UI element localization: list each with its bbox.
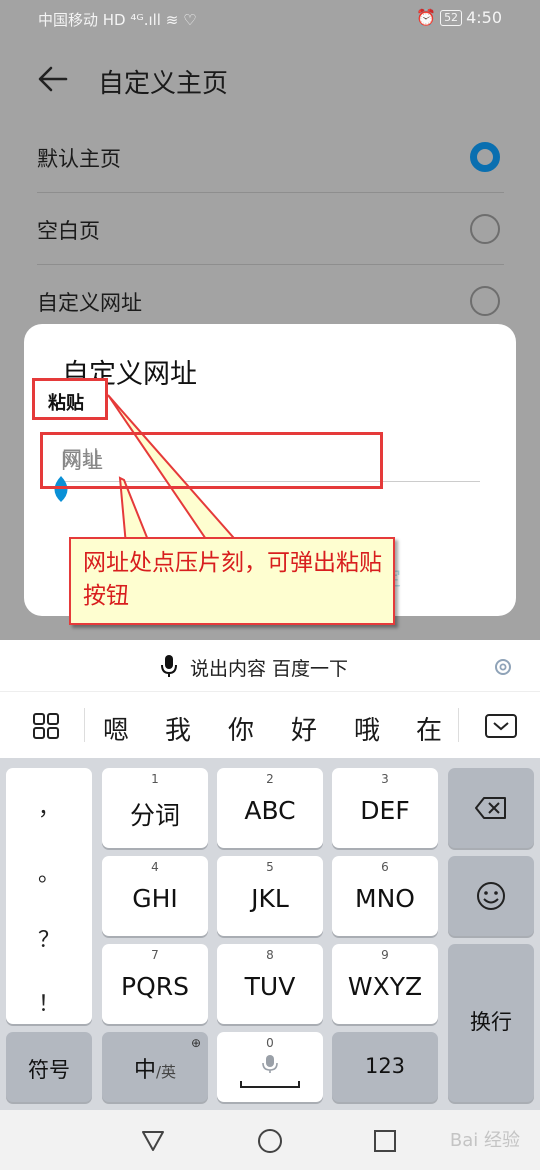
app-bar: 自定义主页 <box>0 50 540 110</box>
key-6[interactable]: 6 MNO <box>332 856 438 936</box>
navigation-bar: Bai 经验 <box>0 1110 540 1170</box>
status-bar: 中国移动 HD ⁴ᴳ.ıll ≋ ♡ ⏰ 52 4:50 <box>0 0 540 36</box>
key-number: 4 <box>151 860 159 874</box>
paste-popup-button[interactable]: 粘贴 <box>32 378 108 420</box>
key-label: WXYZ <box>347 972 423 1001</box>
option-label: 默认主页 <box>37 147 121 171</box>
back-triangle-icon[interactable] <box>140 1128 166 1154</box>
key-label: 分词 <box>129 801 180 830</box>
symbol-key[interactable]: 符号 <box>6 1032 92 1102</box>
voice-bar[interactable]: 说出内容 百度一下 <box>0 640 540 692</box>
keyboard-toolbar: 说出内容 百度一下 嗯 我 你 好 哦 在 <box>0 640 540 758</box>
enter-label: 换行 <box>470 1010 512 1034</box>
radio-unselected[interactable] <box>470 214 500 244</box>
emoji-key[interactable] <box>448 856 534 936</box>
option-label: 空白页 <box>37 219 100 243</box>
key-number: 7 <box>151 948 159 962</box>
option-label: 自定义网址 <box>37 291 142 315</box>
key-label: MNO <box>355 884 415 913</box>
key-number: 9 <box>381 948 389 962</box>
globe-icon: ⊕ <box>190 1036 201 1050</box>
status-right: ⏰ 52 4:50 <box>416 8 502 27</box>
radio-unselected[interactable] <box>470 286 500 316</box>
grid-menu-icon[interactable] <box>32 712 60 740</box>
space-mic-icon <box>262 1055 278 1073</box>
watermark-logo: Bai 经验 <box>449 1130 520 1151</box>
enter-key[interactable]: 换行 <box>448 944 534 1102</box>
key-4[interactable]: 4 GHI <box>102 856 208 936</box>
option-blank-page[interactable]: 空白页 <box>37 193 504 265</box>
smiley-icon <box>477 882 505 910</box>
candidate-word[interactable]: 在 <box>416 710 442 747</box>
key-3[interactable]: 3 DEF <box>332 768 438 848</box>
keyboard-collapse-icon[interactable] <box>484 712 518 740</box>
backspace-key[interactable] <box>448 768 534 848</box>
punct-question[interactable]: ？ <box>6 922 92 954</box>
candidate-word[interactable]: 我 <box>165 710 191 747</box>
key-2[interactable]: 2 ABC <box>217 768 323 848</box>
key-number: 8 <box>266 948 274 962</box>
punct-comma[interactable]: ， <box>6 790 92 822</box>
key-label: JKL <box>251 884 289 913</box>
key-label: DEF <box>360 796 410 825</box>
paste-label: 粘贴 <box>48 393 84 414</box>
numbers-label: 123 <box>364 1054 406 1078</box>
candidate-word[interactable]: 你 <box>228 710 254 747</box>
candidate-bar: 嗯 我 你 好 哦 在 <box>0 692 540 758</box>
key-1[interactable]: 1 分词 <box>102 768 208 848</box>
annotation-note: 网址处点压片刻，可弹出粘贴按钮 <box>69 537 395 625</box>
highlight-url-field: 网址 <box>40 432 383 489</box>
microphone-icon <box>161 655 177 677</box>
key-9[interactable]: 9 WXYZ <box>332 944 438 1024</box>
t9-keyboard: ， 。 ？ ！ 1 分词 2 ABC 3 DEF 4 GHI 5 JKL 6 M… <box>0 758 540 1110</box>
gear-icon[interactable] <box>492 656 514 678</box>
separator <box>458 708 459 742</box>
punctuation-column[interactable]: ， 。 ？ ！ <box>6 768 92 1024</box>
carrier-text: 中国移动 HD ⁴ᴳ.ıll ≋ ♡ <box>38 11 197 29</box>
key-label: GHI <box>132 884 178 913</box>
key-number: 5 <box>266 860 274 874</box>
option-default-home[interactable]: 默认主页 <box>37 121 504 193</box>
punct-exclaim[interactable]: ！ <box>6 986 92 1018</box>
annotation-note-text: 网址处点压片刻，可弹出粘贴按钮 <box>83 550 382 609</box>
battery-level: 52 <box>440 10 463 26</box>
separator <box>84 708 85 742</box>
key-7[interactable]: 7 PQRS <box>102 944 208 1024</box>
recents-square-icon[interactable] <box>372 1128 398 1154</box>
key-number: 1 <box>151 772 159 786</box>
back-arrow-icon[interactable] <box>36 62 70 96</box>
key-label: TUV <box>244 972 296 1001</box>
language-switch-key[interactable]: ⊕ 中/英 <box>102 1032 208 1102</box>
key-8[interactable]: 8 TUV <box>217 944 323 1024</box>
candidate-word[interactable]: 哦 <box>354 710 380 747</box>
alarm-icon: ⏰ <box>416 8 437 27</box>
candidate-word[interactable]: 好 <box>291 710 317 747</box>
home-circle-icon[interactable] <box>257 1128 283 1154</box>
page-title: 自定义主页 <box>98 69 229 99</box>
space-bar-icon <box>240 1081 300 1088</box>
key-number: 0 <box>266 1036 274 1050</box>
language-label: 中/英 <box>133 1058 177 1083</box>
symbol-label: 符号 <box>28 1058 70 1082</box>
highlight-field-label: 网址 <box>61 449 103 473</box>
key-5[interactable]: 5 JKL <box>217 856 323 936</box>
voice-hint: 说出内容 百度一下 <box>190 658 349 680</box>
key-number: 2 <box>266 772 274 786</box>
candidate-word[interactable]: 嗯 <box>103 710 129 747</box>
numbers-key[interactable]: 123 <box>332 1032 438 1102</box>
backspace-icon <box>475 797 506 819</box>
clock: 4:50 <box>466 8 502 27</box>
punct-period[interactable]: 。 <box>6 856 92 888</box>
key-label: ABC <box>244 796 296 825</box>
space-key[interactable]: 0 <box>217 1032 323 1102</box>
key-label: PQRS <box>121 972 189 1001</box>
key-number: 3 <box>381 772 389 786</box>
radio-selected[interactable] <box>470 142 500 172</box>
key-number: 6 <box>381 860 389 874</box>
